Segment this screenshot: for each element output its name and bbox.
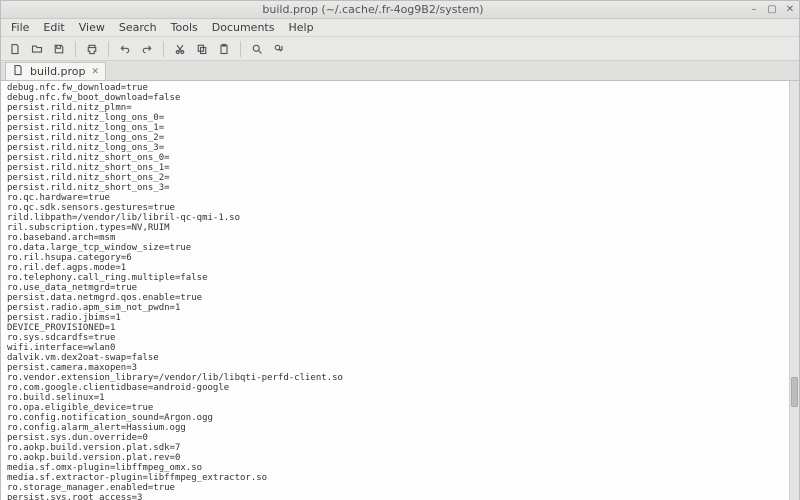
print-icon[interactable] (82, 39, 102, 59)
open-file-icon[interactable] (27, 39, 47, 59)
toolbar-separator (108, 41, 109, 57)
toolbar-separator (240, 41, 241, 57)
editor-area[interactable]: debug.nfc.fw_download=true debug.nfc.fw_… (1, 81, 799, 500)
tab-label: build.prop (30, 65, 86, 78)
menu-file[interactable]: File (5, 19, 35, 36)
titlebar[interactable]: build.prop (~/.cache/.fr-4og9B2/system) … (1, 1, 799, 19)
close-tab-icon[interactable]: ✕ (92, 67, 100, 77)
toolbar-separator (163, 41, 164, 57)
toolbar (1, 37, 799, 61)
minimize-button[interactable]: – (747, 3, 761, 17)
menu-tools[interactable]: Tools (165, 19, 204, 36)
tabstrip: build.prop ✕ (1, 61, 799, 81)
menu-view[interactable]: View (73, 19, 111, 36)
redo-icon[interactable] (137, 39, 157, 59)
close-window-button[interactable]: ✕ (783, 3, 797, 17)
toolbar-separator (75, 41, 76, 57)
menubar: File Edit View Search Tools Documents He… (1, 19, 799, 37)
find-icon[interactable] (247, 39, 267, 59)
vertical-scrollbar[interactable] (789, 81, 799, 500)
find-replace-icon[interactable] (269, 39, 289, 59)
file-content[interactable]: debug.nfc.fw_download=true debug.nfc.fw_… (1, 81, 799, 500)
cut-icon[interactable] (170, 39, 190, 59)
editor-window: build.prop (~/.cache/.fr-4og9B2/system) … (0, 0, 800, 500)
maximize-button[interactable]: ▢ (765, 3, 779, 17)
window-title: build.prop (~/.cache/.fr-4og9B2/system) (1, 3, 745, 16)
file-icon (12, 64, 24, 79)
copy-icon[interactable] (192, 39, 212, 59)
menu-edit[interactable]: Edit (37, 19, 70, 36)
undo-icon[interactable] (115, 39, 135, 59)
paste-icon[interactable] (214, 39, 234, 59)
tab-buildprop[interactable]: build.prop ✕ (5, 62, 106, 80)
menu-documents[interactable]: Documents (206, 19, 281, 36)
menu-help[interactable]: Help (282, 19, 319, 36)
new-file-icon[interactable] (5, 39, 25, 59)
scrollbar-thumb[interactable] (791, 377, 798, 407)
menu-search[interactable]: Search (113, 19, 163, 36)
save-file-icon[interactable] (49, 39, 69, 59)
